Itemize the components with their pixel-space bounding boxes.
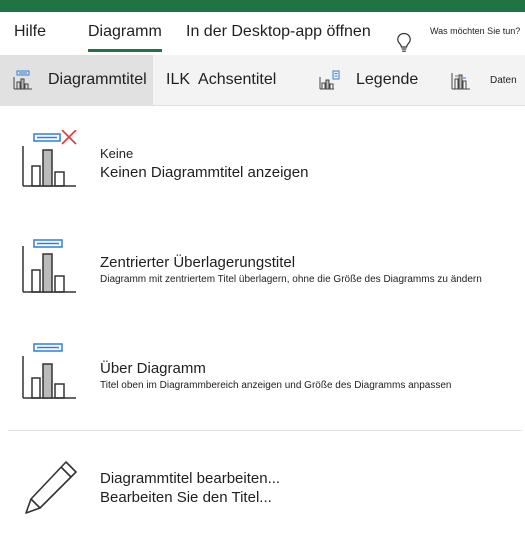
data-labels-icon xyxy=(451,73,470,90)
menu-item-none[interactable]: Keine Keinen Diagrammtitel anzeigen xyxy=(0,124,525,214)
pencil-icon xyxy=(25,461,77,514)
chart-title-icon xyxy=(13,70,32,90)
axis-title-label: Achsentitel xyxy=(198,71,277,88)
tell-me-input[interactable]: Was möchten Sie tun? xyxy=(430,26,520,36)
menu-item-edit-title-label: Diagrammtitel bearbeiten... xyxy=(100,470,281,487)
menu-item-none-title: Keine xyxy=(100,146,134,161)
menu-item-above-chart-description: Titel oben im Diagrammbereich anzeigen u… xyxy=(100,380,452,391)
chart-title-label: Diagrammtitel xyxy=(48,71,147,88)
axis-title-button[interactable]: ILK Achsentitel xyxy=(166,55,296,105)
above-chart-title-icon xyxy=(22,343,76,399)
tab-hilfe[interactable]: Hilfe xyxy=(14,12,46,54)
chart-ribbon: Diagrammtitel ILK Achsentitel Legende Da… xyxy=(0,55,525,106)
legend-label: Legende xyxy=(356,71,419,88)
menu-item-edit-title[interactable]: Diagrammtitel bearbeiten... Bearbeiten S… xyxy=(0,446,525,536)
axis-title-icon: ILK xyxy=(166,71,191,88)
legend-button[interactable]: Legende xyxy=(318,55,428,105)
menu-item-above-chart[interactable]: Über Diagramm Titel oben im Diagrammbere… xyxy=(0,332,525,422)
data-labels-label: Daten xyxy=(490,74,517,86)
ribbon-tabs: Hilfe Diagramm In der Desktop-app öffnen… xyxy=(0,12,525,54)
lightbulb-icon[interactable] xyxy=(396,32,412,54)
chart-title-menu: Keine Keinen Diagrammtitel anzeigen Zent… xyxy=(0,106,525,546)
menu-separator xyxy=(8,430,522,431)
tab-diagramm[interactable]: Diagramm xyxy=(88,12,162,54)
app-header-bar xyxy=(0,0,525,12)
chart-title-button[interactable]: Diagrammtitel xyxy=(0,55,153,105)
menu-item-none-description: Keinen Diagrammtitel anzeigen xyxy=(100,164,309,181)
menu-item-edit-title-description: Bearbeiten Sie den Titel... xyxy=(100,489,272,506)
menu-item-centered-overlay-description: Diagramm mit zentriertem Titel überlager… xyxy=(100,274,482,285)
no-title-icon xyxy=(22,130,77,187)
menu-item-above-chart-title: Über Diagramm xyxy=(100,360,206,377)
centered-overlay-title-icon xyxy=(22,239,76,293)
menu-item-centered-overlay[interactable]: Zentrierter Überlagerungstitel Diagramm … xyxy=(0,228,525,318)
legend-icon xyxy=(319,70,340,90)
tab-open-desktop-app[interactable]: In der Desktop-app öffnen xyxy=(186,12,371,54)
menu-item-centered-overlay-title: Zentrierter Überlagerungstitel xyxy=(100,254,296,271)
data-labels-button[interactable]: Daten xyxy=(450,55,525,105)
